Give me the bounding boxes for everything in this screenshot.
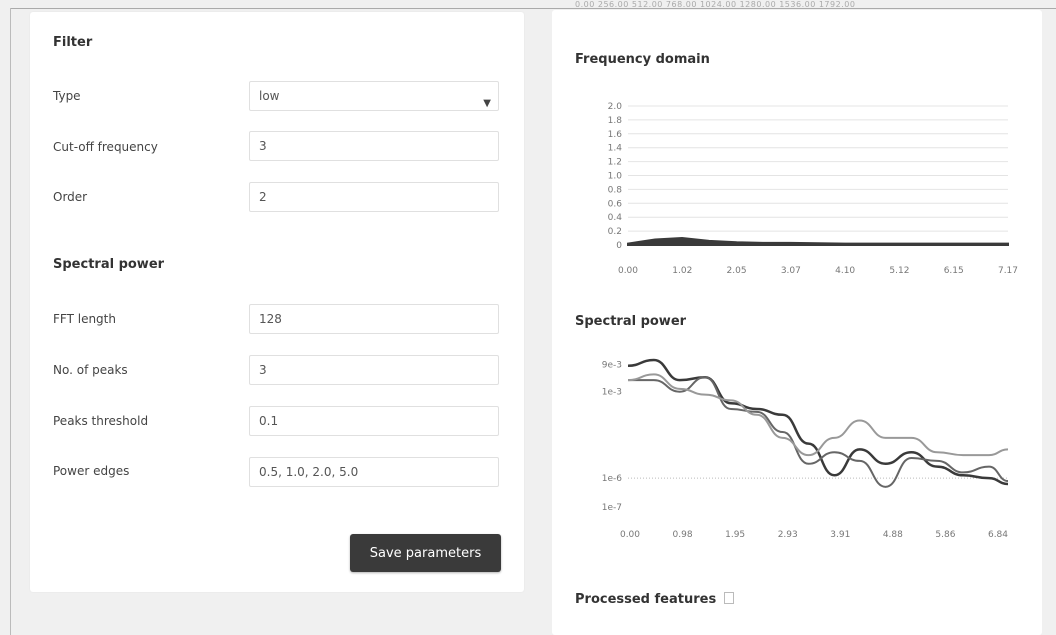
y-tick-label: 9e-3 — [602, 360, 622, 370]
x-tick-label: 2.05 — [727, 266, 747, 276]
y-tick-label: 1.6 — [608, 130, 623, 140]
y-tick-label: 1.4 — [608, 144, 623, 154]
order-input[interactable]: 2 — [249, 182, 499, 212]
y-tick-label: 2.0 — [608, 102, 623, 112]
power-edges-input[interactable]: 0.5, 1.0, 2.0, 5.0 — [249, 457, 499, 487]
window-left-border — [10, 8, 11, 635]
x-tick-label: 4.10 — [835, 266, 855, 276]
x-tick-label: 0.00 — [620, 530, 640, 540]
frequency-domain-title: Frequency domain — [575, 52, 710, 67]
x-tick-label: 1.95 — [725, 530, 745, 540]
y-tick-label: 1e-7 — [602, 503, 622, 513]
peaks-count-label: No. of peaks — [53, 363, 128, 377]
y-tick-label: 0.4 — [608, 213, 623, 223]
peaks-count-input[interactable]: 3 — [249, 355, 499, 385]
document-icon — [724, 592, 735, 604]
x-tick-label: 3.07 — [781, 266, 801, 276]
spectral-power-chart: 9e-3 1e-3 1e-6 1e-7 0.00 0.98 1.95 2.93 3.91 4.88… — [602, 358, 1009, 540]
x-tick-label: 2.93 — [778, 530, 798, 540]
peaks-threshold-label: Peaks threshold — [53, 414, 149, 428]
type-select-value: low — [259, 89, 280, 103]
x-tick-label: 7.17 — [998, 266, 1018, 276]
power-edges-label: Power edges — [53, 464, 130, 478]
fft-length-label: FFT length — [53, 312, 116, 326]
frequency-series-area — [627, 237, 1009, 246]
x-tick-label: 4.88 — [883, 530, 903, 540]
x-tick-label: 0.00 — [618, 266, 638, 276]
spectral-series-line — [627, 373, 1009, 457]
spectral-power-section-title: Spectral power — [53, 257, 165, 272]
chevron-down-icon: ▼ — [483, 98, 491, 109]
y-tick-label: 1.0 — [608, 172, 623, 182]
y-tick-label: 1e-6 — [602, 474, 623, 484]
y-tick-label: 0.8 — [608, 185, 623, 195]
y-tick-label: 0.2 — [608, 227, 622, 237]
processed-features-label: Processed features — [575, 592, 717, 607]
spectral-power-chart-title: Spectral power — [575, 314, 687, 329]
y-tick-label: 1.2 — [608, 158, 622, 168]
y-tick-label: 0 — [616, 241, 622, 251]
order-label: Order — [53, 190, 88, 204]
x-tick-label: 1.02 — [672, 266, 692, 276]
cutoff-frequency-label: Cut-off frequency — [53, 140, 158, 154]
type-select[interactable]: low ▼ — [249, 81, 499, 111]
x-tick-label: 5.86 — [935, 530, 955, 540]
spectral-series-line — [627, 358, 1009, 486]
fft-length-input[interactable]: 128 — [249, 304, 499, 334]
y-tick-label: 1.8 — [608, 116, 623, 126]
save-parameters-button[interactable]: Save parameters — [350, 534, 501, 572]
peaks-threshold-input[interactable]: 0.1 — [249, 406, 499, 436]
y-tick-label: 0.6 — [608, 199, 623, 209]
cutoff-frequency-input[interactable]: 3 — [249, 131, 499, 161]
frequency-domain-chart: 2.0 1.8 1.6 1.4 1.2 1.0 0.8 0.6 0.4 0.2 0 0.00 1.02 2… — [608, 102, 1018, 276]
window-top-border — [10, 8, 1056, 9]
processed-features-title: Processed features — [575, 592, 735, 607]
y-tick-label: 1e-3 — [602, 388, 622, 398]
x-tick-label: 3.91 — [830, 530, 850, 540]
x-tick-label: 0.98 — [673, 530, 693, 540]
x-tick-label: 6.15 — [944, 266, 964, 276]
x-tick-label: 5.12 — [889, 266, 909, 276]
type-label: Type — [53, 89, 81, 103]
filter-section-title: Filter — [53, 35, 93, 50]
previous-chart-axis-ticks: 0.00 256.00 512.00 768.00 1024.00 1280.0… — [575, 0, 856, 9]
x-tick-label: 6.84 — [988, 530, 1008, 540]
